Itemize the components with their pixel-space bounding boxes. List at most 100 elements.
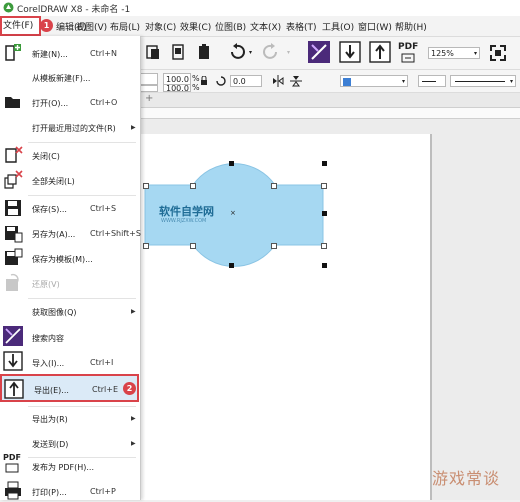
menu-file[interactable]: 文件(F) xyxy=(0,16,41,36)
menu-item-shortcut: Ctrl+I xyxy=(90,358,114,367)
title-bar: CorelDRAW X8 - 未命名 -1 xyxy=(0,0,520,17)
menu-item-shortcut: Ctrl+N xyxy=(90,49,117,58)
export-icon xyxy=(4,379,24,399)
menu-item-import[interactable]: 导入(I)... Ctrl+I xyxy=(0,350,139,374)
menu-item-acquire-image[interactable]: 获取图像(Q) ▶ xyxy=(0,299,139,323)
outline-line-icon xyxy=(422,81,436,82)
menu-item-label: 保存(S)... xyxy=(32,205,67,214)
shape-subtext: WWW.RJZXW.COM xyxy=(161,218,207,224)
menu-item-new[interactable]: 新建(N)... Ctrl+N xyxy=(0,41,139,65)
undo-dropdown-icon[interactable]: ▾ xyxy=(249,49,252,56)
shape-node[interactable] xyxy=(271,183,277,189)
menu-bitmap[interactable]: 位图(B) xyxy=(215,20,246,33)
scale-y-field[interactable]: 100.0 xyxy=(163,84,191,93)
selection-handle-top-right[interactable] xyxy=(322,161,327,166)
menu-table[interactable]: 表格(T) xyxy=(286,20,317,33)
window-title: CorelDRAW X8 - 未命名 -1 xyxy=(17,5,131,15)
text-style-select[interactable]: ▾ xyxy=(340,75,408,87)
menu-item-label: 保存为模板(M)... xyxy=(32,255,93,264)
mirror-horizontal-icon[interactable] xyxy=(272,75,284,87)
shape-node[interactable] xyxy=(143,243,149,249)
lock-ratio-icon[interactable] xyxy=(200,76,208,86)
menu-item-export[interactable]: 导出(E)... Ctrl+E 2 xyxy=(0,374,139,402)
mirror-vertical-icon[interactable] xyxy=(290,75,302,87)
menu-item-label: 发布为 PDF(H)... xyxy=(32,463,95,472)
line-style-select[interactable]: ▾ xyxy=(450,75,516,87)
print-icon xyxy=(5,481,21,500)
shape-node[interactable] xyxy=(321,183,327,189)
shape-node[interactable] xyxy=(271,243,277,249)
menu-item-label: 获取图像(Q) xyxy=(32,308,77,317)
menu-item-shortcut: Ctrl+S xyxy=(90,204,117,213)
menu-item-close[interactable]: 关闭(C) xyxy=(0,143,139,167)
submenu-arrow-icon: ▶ xyxy=(131,308,136,315)
export-toolbar-icon[interactable] xyxy=(369,41,391,63)
menu-window[interactable]: 窗口(W) xyxy=(358,20,392,33)
menu-item-print[interactable]: 打印(P)... Ctrl+P xyxy=(0,478,139,502)
menu-item-label: 全部关闭(L) xyxy=(32,177,75,186)
menu-item-new-from-template[interactable]: 从模板新建(F)... xyxy=(0,67,139,91)
revert-icon xyxy=(6,273,19,291)
step-badge-1: 1 xyxy=(40,19,53,32)
menu-item-close-all[interactable]: 全部关闭(L) xyxy=(0,168,139,192)
menu-item-label: 搜索内容 xyxy=(32,334,64,343)
menu-item-export-as[interactable]: 导出为(R) ▶ xyxy=(0,406,139,430)
submenu-arrow-icon: ▶ xyxy=(131,124,136,131)
selection-handle-top[interactable] xyxy=(229,161,234,166)
selection-handle-bottom-right[interactable] xyxy=(322,263,327,268)
menu-layout[interactable]: 布局(L) xyxy=(110,20,140,33)
text-style-swatch xyxy=(343,78,351,86)
shape-node[interactable] xyxy=(321,243,327,249)
menu-item-save-as-template[interactable]: 保存为模板(M)... xyxy=(0,246,139,270)
menu-item-open[interactable]: 打开(O)... Ctrl+O xyxy=(0,90,139,114)
menu-item-label: 从模板新建(F)... xyxy=(32,74,91,83)
menu-item-search-content[interactable]: 搜索内容 xyxy=(0,325,139,349)
selection-handle-bottom[interactable] xyxy=(229,263,234,268)
menu-item-open-recent[interactable]: 打开最近用过的文件(R) ▶ xyxy=(0,115,139,139)
search-content-toolbar-icon[interactable] xyxy=(308,41,330,63)
shape-node[interactable] xyxy=(190,183,196,189)
redo-dropdown-icon: ▾ xyxy=(287,49,291,56)
menu-bar: 文件(F) 1 编辑(E) 视图(V) 布局(L) 对象(C) 效果(C) 位图… xyxy=(0,16,520,37)
menu-item-label: 打开最近用过的文件(R) xyxy=(32,124,116,133)
paste-special-icon[interactable] xyxy=(170,44,186,60)
menu-item-revert: 还原(V) xyxy=(0,271,139,295)
zoom-level-select[interactable]: 125% ▾ xyxy=(428,47,480,59)
menu-item-save-as[interactable]: 另存为(A)... Ctrl+Shift+S xyxy=(0,221,141,245)
publish-pdf-toolbar-button[interactable]: PDF xyxy=(398,42,418,64)
shape-node[interactable] xyxy=(190,243,196,249)
paste-icon[interactable] xyxy=(145,44,161,60)
selection-handle-right[interactable] xyxy=(322,211,327,216)
save-icon xyxy=(5,200,21,216)
menu-item-label: 导出(E)... xyxy=(34,386,69,395)
menu-item-label: 还原(V) xyxy=(32,280,60,289)
menu-item-publish-pdf[interactable]: PDF 发布为 PDF(H)... xyxy=(0,452,139,476)
rotation-icon xyxy=(216,76,226,86)
step-badge-2: 2 xyxy=(123,382,136,395)
submenu-arrow-icon: ▶ xyxy=(131,440,136,447)
pdf-icon-label: PDF xyxy=(3,453,21,462)
clipboard-icon[interactable] xyxy=(196,44,212,60)
coreldraw-logo-icon xyxy=(3,2,14,13)
menu-help[interactable]: 帮助(H) xyxy=(395,20,427,33)
undo-icon[interactable] xyxy=(228,43,246,61)
redo-icon xyxy=(263,43,277,59)
import-toolbar-icon[interactable] xyxy=(339,41,361,63)
outline-width-select[interactable] xyxy=(418,75,446,87)
add-tab-icon[interactable]: + xyxy=(145,93,153,104)
menu-tools[interactable]: 工具(O) xyxy=(322,20,354,33)
menu-item-label: 关闭(C) xyxy=(32,152,60,161)
watermark: 游戏常谈 xyxy=(432,469,501,488)
menu-text[interactable]: 文本(X) xyxy=(250,20,281,33)
menu-object[interactable]: 对象(C) xyxy=(145,20,176,33)
menu-item-shortcut: Ctrl+E xyxy=(92,385,118,394)
full-screen-icon[interactable] xyxy=(490,45,506,61)
menu-item-save[interactable]: 保存(S)... Ctrl+S xyxy=(0,196,139,220)
menu-view[interactable]: 视图(V) xyxy=(76,20,107,33)
menu-item-label: 发送到(D) xyxy=(32,440,69,449)
menu-effects[interactable]: 效果(C) xyxy=(180,20,211,33)
save-as-icon xyxy=(5,226,23,243)
shape-node[interactable] xyxy=(143,183,149,189)
search-content-icon xyxy=(3,326,23,346)
rotation-angle-field[interactable]: 0.0 xyxy=(230,75,262,87)
